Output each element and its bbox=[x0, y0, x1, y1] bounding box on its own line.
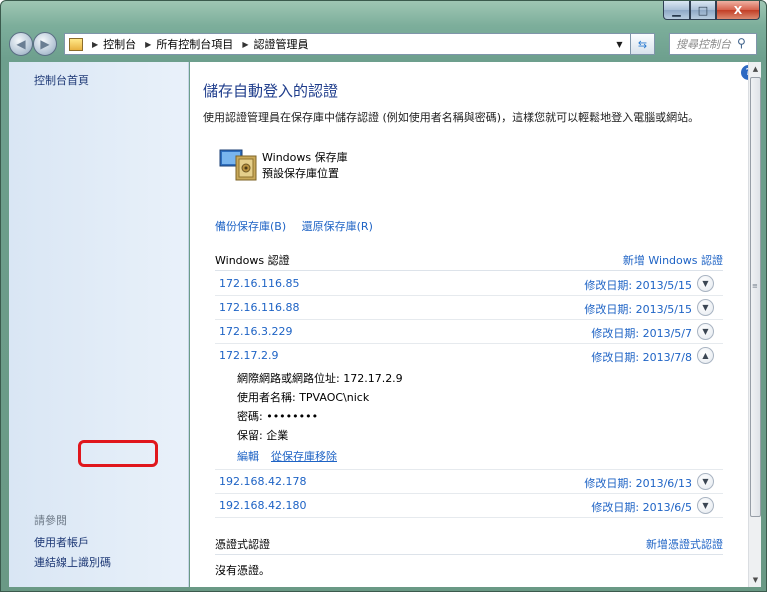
close-icon: X bbox=[733, 3, 743, 17]
search-input[interactable]: 搜尋控制台 ⚲ bbox=[669, 33, 757, 55]
breadcrumb-all-items[interactable]: 所有控制台項目 bbox=[156, 36, 233, 52]
chevron-down-icon[interactable]: ▼ bbox=[697, 497, 714, 514]
control-panel-home-link[interactable]: 控制台首頁 bbox=[34, 72, 89, 88]
add-windows-credential-link[interactable]: 新增 Windows 認證 bbox=[623, 252, 723, 268]
forward-arrow-icon: ▶ bbox=[40, 37, 50, 51]
credential-address[interactable]: 192.168.42.178 bbox=[219, 475, 306, 488]
back-arrow-icon: ◀ bbox=[16, 37, 26, 51]
window-frame: ▁ □ X ◀ ▶ ▶ 控制台 ▶ 所有控制台項目 ▶ 認證管理員 ▼ ⇆ 搜尋… bbox=[0, 0, 767, 592]
refresh-icon: ⇆ bbox=[637, 37, 648, 51]
credential-date: 修改日期: 2013/6/5 bbox=[591, 501, 692, 514]
breadcrumb-credential-manager[interactable]: 認證管理員 bbox=[253, 36, 308, 52]
vertical-scrollbar[interactable]: ▲ ≡ ▼ bbox=[748, 62, 761, 587]
address-row: ◀ ▶ ▶ 控制台 ▶ 所有控制台項目 ▶ 認證管理員 ▼ ⇆ 搜尋控制台 ⚲ bbox=[9, 31, 760, 59]
user-accounts-link[interactable]: 使用者帳戶 bbox=[34, 534, 89, 550]
detail-username: 使用者名稱: TPVAOC\nick bbox=[237, 391, 370, 404]
section-divider bbox=[215, 270, 723, 271]
credential-row[interactable]: 172.16.116.88 修改日期: 2013/5/15 ▼ bbox=[215, 296, 723, 320]
search-placeholder: 搜尋控制台 bbox=[676, 38, 731, 51]
detail-persistence: 保留: 企業 bbox=[237, 429, 289, 442]
vault-subtitle: 預設保存庫位置 bbox=[262, 167, 339, 180]
credential-address[interactable]: 172.16.3.229 bbox=[219, 325, 292, 338]
restore-vault-link[interactable]: 還原保存庫(R) bbox=[302, 220, 373, 233]
minimize-icon: ▁ bbox=[672, 3, 681, 17]
certificate-credentials-header: 憑證式認證 新增憑證式認證 bbox=[215, 536, 723, 554]
vault-icon bbox=[219, 149, 257, 181]
breadcrumb-separator-icon: ▶ bbox=[242, 39, 249, 49]
remove-from-vault-link[interactable]: 從保存庫移除 bbox=[271, 448, 337, 464]
breadcrumb-separator-icon: ▶ bbox=[92, 39, 99, 49]
chevron-down-icon[interactable]: ▼ bbox=[697, 275, 714, 292]
credential-date: 修改日期: 2013/5/15 bbox=[584, 279, 692, 292]
credential-address[interactable]: 172.17.2.9 bbox=[219, 349, 278, 362]
credential-address[interactable]: 192.168.42.180 bbox=[219, 499, 306, 512]
refresh-button[interactable]: ⇆ bbox=[631, 33, 655, 55]
scroll-up-icon[interactable]: ▲ bbox=[749, 62, 762, 76]
credential-date: 修改日期: 2013/5/15 bbox=[584, 303, 692, 316]
address-tools: ▼ ⇆ bbox=[609, 33, 657, 55]
credential-row[interactable]: 192.168.42.180 修改日期: 2013/6/5 ▼ bbox=[215, 494, 723, 518]
credential-date: 修改日期: 2013/5/7 bbox=[591, 327, 692, 340]
certificate-credentials-heading: 憑證式認證 bbox=[215, 538, 270, 551]
edit-credential-link[interactable]: 編輯 bbox=[237, 448, 259, 464]
section-divider bbox=[215, 554, 723, 555]
page-title: 儲存自動登入的認證 bbox=[203, 82, 339, 100]
maximize-icon: □ bbox=[697, 3, 709, 17]
chevron-down-icon[interactable]: ▼ bbox=[697, 299, 714, 316]
detail-password: 密碼: •••••••• bbox=[237, 410, 319, 423]
close-button[interactable]: X bbox=[716, 1, 760, 20]
vault-links: 備份保存庫(B) 還原保存庫(R) bbox=[215, 218, 385, 234]
credential-address[interactable]: 172.16.116.85 bbox=[219, 277, 299, 290]
no-certificates-text: 沒有憑證。 bbox=[215, 564, 270, 577]
scrollbar-thumb[interactable] bbox=[750, 77, 761, 517]
address-bar[interactable]: ▶ 控制台 ▶ 所有控制台項目 ▶ 認證管理員 bbox=[64, 33, 610, 55]
back-button[interactable]: ◀ bbox=[9, 32, 33, 56]
main-content: ? 儲存自動登入的認證 使用認證管理員在保存庫中儲存認證 (例如使用者名稱與密碼… bbox=[190, 62, 756, 587]
title-buttons: ▁ □ X bbox=[663, 1, 760, 21]
windows-credentials-header: Windows 認證 新增 Windows 認證 bbox=[215, 252, 723, 270]
see-also-heading: 請參閱 bbox=[34, 514, 67, 527]
page-description: 使用認證管理員在保存庫中儲存認證 (例如使用者名稱與密碼)，這樣您就可以輕鬆地登… bbox=[203, 111, 700, 124]
link-online-ids-link[interactable]: 連結線上識別碼 bbox=[34, 554, 111, 570]
credential-row[interactable]: 172.16.3.229 修改日期: 2013/5/7 ▼ bbox=[215, 320, 723, 344]
highlight-annotation bbox=[78, 440, 158, 467]
minimize-button[interactable]: ▁ bbox=[663, 1, 690, 20]
scroll-grip-icon: ≡ bbox=[752, 282, 758, 290]
control-panel-icon bbox=[69, 37, 83, 51]
scroll-down-icon[interactable]: ▼ bbox=[749, 573, 762, 587]
credential-row[interactable]: 172.16.116.85 修改日期: 2013/5/15 ▼ bbox=[215, 272, 723, 296]
address-dropdown-button[interactable]: ▼ bbox=[609, 33, 631, 55]
credential-date: 修改日期: 2013/6/13 bbox=[584, 477, 692, 490]
breadcrumb-separator-icon: ▶ bbox=[145, 39, 152, 49]
breadcrumb-control-panel[interactable]: 控制台 bbox=[103, 36, 136, 52]
vault-name: Windows 保存庫 bbox=[262, 151, 348, 164]
forward-button[interactable]: ▶ bbox=[33, 32, 57, 56]
credential-details: 網際網路或網路位址: 172.17.2.9 使用者名稱: TPVAOC\nick… bbox=[215, 362, 723, 470]
windows-credentials-heading: Windows 認證 bbox=[215, 254, 290, 267]
search-icon[interactable]: ⚲ bbox=[737, 36, 753, 52]
left-nav-pane: 控制台首頁 請參閱 使用者帳戶 連結線上識別碼 bbox=[9, 62, 189, 587]
add-certificate-credential-link[interactable]: 新增憑證式認證 bbox=[646, 536, 723, 552]
chevron-down-icon[interactable]: ▼ bbox=[697, 473, 714, 490]
chevron-down-icon[interactable]: ▼ bbox=[697, 323, 714, 340]
maximize-button[interactable]: □ bbox=[690, 1, 716, 20]
detail-network-address: 網際網路或網路位址: 172.17.2.9 bbox=[237, 372, 403, 385]
backup-vault-link[interactable]: 備份保存庫(B) bbox=[215, 220, 286, 233]
credential-address[interactable]: 172.16.116.88 bbox=[219, 301, 299, 314]
chevron-down-icon: ▼ bbox=[616, 39, 623, 49]
credential-row[interactable]: 192.168.42.178 修改日期: 2013/6/13 ▼ bbox=[215, 470, 723, 494]
